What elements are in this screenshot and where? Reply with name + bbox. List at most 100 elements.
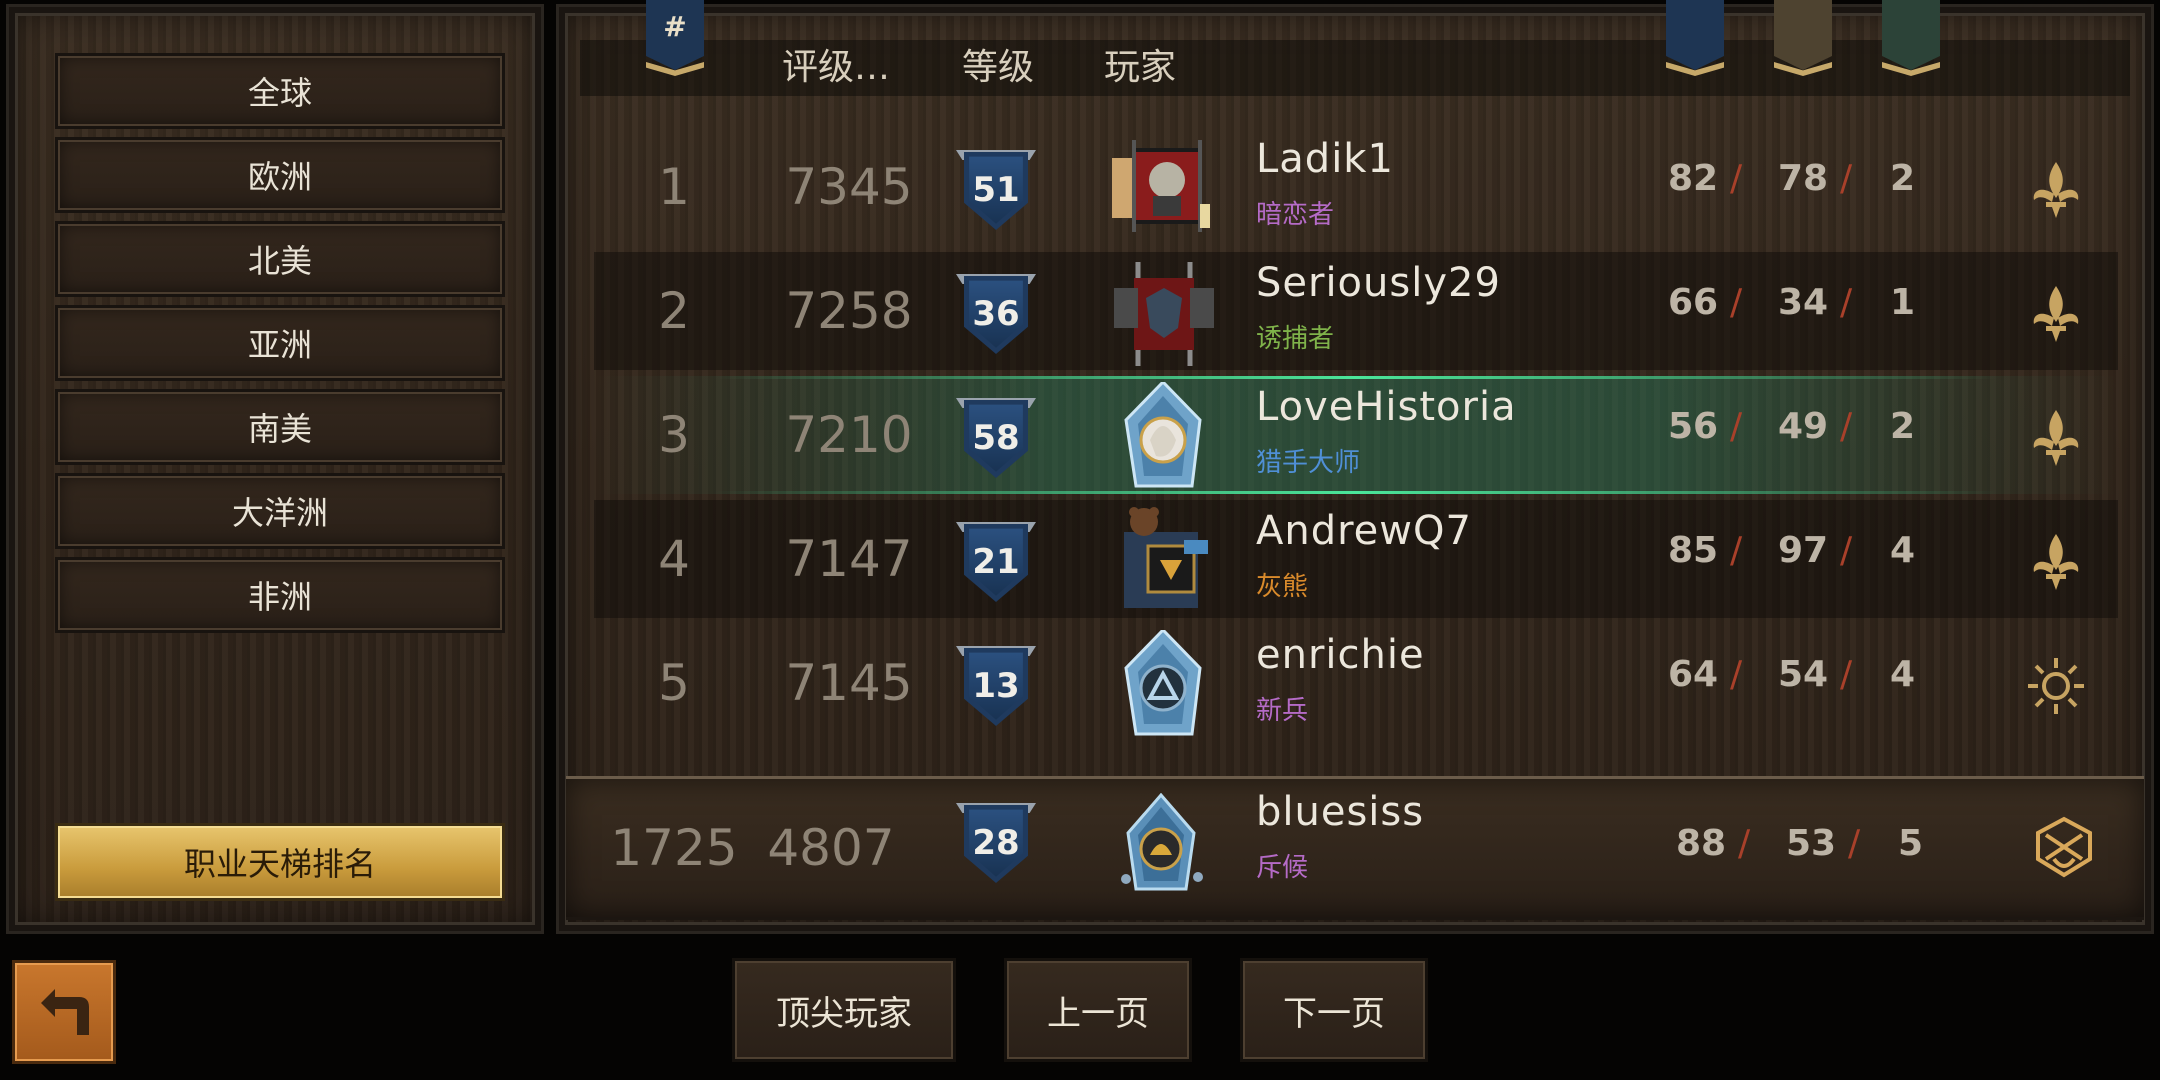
region-global-button[interactable]: 全球 bbox=[55, 53, 505, 129]
row-draws: 4 bbox=[1890, 530, 1916, 571]
region-south-america-button[interactable]: 南美 bbox=[55, 389, 505, 465]
back-button[interactable] bbox=[12, 960, 116, 1064]
row-draws: 4 bbox=[1890, 654, 1916, 695]
row-player-name: AndrewQ7 bbox=[1256, 508, 1472, 554]
row-player-title: 暗恋者 bbox=[1256, 200, 1335, 230]
prev-page-button[interactable]: 上一页 bbox=[1004, 958, 1192, 1062]
player-level: 28 bbox=[972, 823, 1020, 863]
fleur-icon bbox=[2024, 406, 2088, 470]
row-record: 56 / 49 / 2 bbox=[1668, 406, 1928, 466]
table-row[interactable]: 2 7258 36 Seriously29 诱捕者 66 / 34 / 1 bbox=[594, 252, 2118, 370]
record-separator: / bbox=[1730, 406, 1743, 447]
record-separator: / bbox=[1730, 530, 1743, 571]
player-losses: 53 bbox=[1786, 823, 1837, 864]
region-asia-button[interactable]: 亚洲 bbox=[55, 305, 505, 381]
player-draws: 5 bbox=[1898, 823, 1924, 864]
bear-banner-icon bbox=[1108, 506, 1218, 616]
region-oceania-button[interactable]: 大洋洲 bbox=[55, 473, 505, 549]
row-rank: 3 bbox=[658, 406, 690, 464]
row-player-name: Seriously29 bbox=[1256, 260, 1501, 306]
row-player-title: 灰熊 bbox=[1256, 572, 1309, 602]
rank-banner: # bbox=[646, 0, 704, 82]
record-separator: / bbox=[1840, 282, 1853, 323]
row-player-name: enrichie bbox=[1256, 632, 1425, 678]
region-panel: 全球 欧洲 北美 亚洲 南美 大洋洲 非洲 职业天梯排名 bbox=[6, 4, 544, 934]
row-wins: 66 bbox=[1668, 282, 1719, 323]
row-level: 58 bbox=[972, 418, 1020, 458]
row-rating: 7345 bbox=[785, 158, 913, 216]
level-shield-icon: 21 bbox=[956, 522, 1036, 604]
table-row[interactable]: 1 7345 51 Ladik1 暗恋者 82 / 78 / 2 bbox=[594, 128, 2118, 246]
player-title: 斥候 bbox=[1256, 853, 1309, 883]
crystal-triangle-icon bbox=[1108, 627, 1218, 740]
level-column-header[interactable]: 等级 bbox=[962, 40, 1034, 96]
row-rank: 1 bbox=[658, 158, 690, 216]
level-shield-icon: 28 bbox=[956, 803, 1036, 885]
top-players-button[interactable]: 顶尖玩家 bbox=[732, 958, 956, 1062]
row-level: 21 bbox=[972, 542, 1020, 582]
row-draws: 2 bbox=[1890, 158, 1916, 199]
next-page-button[interactable]: 下一页 bbox=[1240, 958, 1428, 1062]
shield-emblem-icon bbox=[2032, 815, 2096, 879]
row-record: 82 / 78 / 2 bbox=[1668, 158, 1928, 218]
table-row[interactable]: 4 7147 21 AndrewQ7 灰熊 85 / 97 / 4 bbox=[594, 500, 2118, 618]
level-shield-icon: 58 bbox=[956, 398, 1036, 480]
record-separator: / bbox=[1738, 823, 1751, 864]
row-losses: 34 bbox=[1778, 282, 1829, 323]
current-player-row[interactable]: 1725 4807 28 bluesiss 斥候 88 / 53 / 5 bbox=[566, 776, 2144, 920]
row-rating: 7258 bbox=[785, 282, 913, 340]
row-losses: 54 bbox=[1778, 654, 1829, 695]
row-player-title: 新兵 bbox=[1256, 696, 1309, 726]
draws-banner bbox=[1882, 0, 1940, 82]
record-separator: / bbox=[1840, 158, 1853, 199]
hash-icon: # bbox=[663, 10, 687, 43]
region-north-america-button[interactable]: 北美 bbox=[55, 221, 505, 297]
row-level: 36 bbox=[972, 294, 1020, 334]
row-level: 51 bbox=[972, 170, 1020, 210]
row-wins: 64 bbox=[1668, 654, 1719, 695]
row-wins: 85 bbox=[1668, 530, 1719, 571]
row-record: 66 / 34 / 1 bbox=[1668, 282, 1928, 342]
level-shield-icon: 51 bbox=[956, 150, 1036, 232]
row-draws: 2 bbox=[1890, 406, 1916, 447]
table-row[interactable]: 3 7210 58 LoveHistoria 猎手大师 56 / 49 / 2 bbox=[594, 376, 2118, 494]
region-europe-button[interactable]: 欧洲 bbox=[55, 137, 505, 213]
level-shield-icon: 36 bbox=[956, 274, 1036, 356]
row-rank: 5 bbox=[658, 654, 690, 712]
row-rank: 2 bbox=[658, 282, 690, 340]
record-separator: / bbox=[1848, 823, 1861, 864]
player-rank: 1725 bbox=[610, 819, 738, 877]
pro-ladder-button[interactable]: 职业天梯排名 bbox=[55, 823, 505, 901]
table-row[interactable]: 5 7145 13 enrichie 新兵 64 / 54 / 4 bbox=[594, 624, 2118, 742]
losses-banner bbox=[1774, 0, 1832, 82]
record-separator: / bbox=[1730, 158, 1743, 199]
row-wins: 56 bbox=[1668, 406, 1719, 447]
sun-icon bbox=[2024, 654, 2088, 718]
player-wins: 88 bbox=[1676, 823, 1727, 864]
row-losses: 78 bbox=[1778, 158, 1829, 199]
row-record: 85 / 97 / 4 bbox=[1668, 530, 1928, 590]
row-level: 13 bbox=[972, 666, 1020, 706]
row-rating: 7210 bbox=[785, 406, 913, 464]
player-rating: 4807 bbox=[767, 819, 895, 877]
player-name: bluesiss bbox=[1256, 789, 1425, 835]
row-player-name: Ladik1 bbox=[1256, 136, 1394, 182]
rating-column-header[interactable]: 评级… bbox=[782, 40, 890, 96]
fleur-icon bbox=[2024, 282, 2088, 346]
return-arrow-icon bbox=[41, 989, 89, 1035]
record-separator: / bbox=[1730, 282, 1743, 323]
crystal-emblem-icon bbox=[1106, 792, 1216, 903]
crystal-portrait-icon bbox=[1108, 379, 1218, 492]
row-rating: 7145 bbox=[785, 654, 913, 712]
row-rating: 7147 bbox=[785, 530, 913, 588]
fleur-icon bbox=[2024, 530, 2088, 594]
region-africa-button[interactable]: 非洲 bbox=[55, 557, 505, 633]
player-record: 88 / 53 / 5 bbox=[1676, 823, 1936, 883]
row-draws: 1 bbox=[1890, 282, 1916, 323]
player-column-header[interactable]: 玩家 bbox=[1104, 40, 1176, 96]
wins-banner bbox=[1666, 0, 1724, 82]
row-losses: 97 bbox=[1778, 530, 1829, 571]
record-separator: / bbox=[1840, 406, 1853, 447]
row-rank: 4 bbox=[658, 530, 690, 588]
row-wins: 82 bbox=[1668, 158, 1719, 199]
